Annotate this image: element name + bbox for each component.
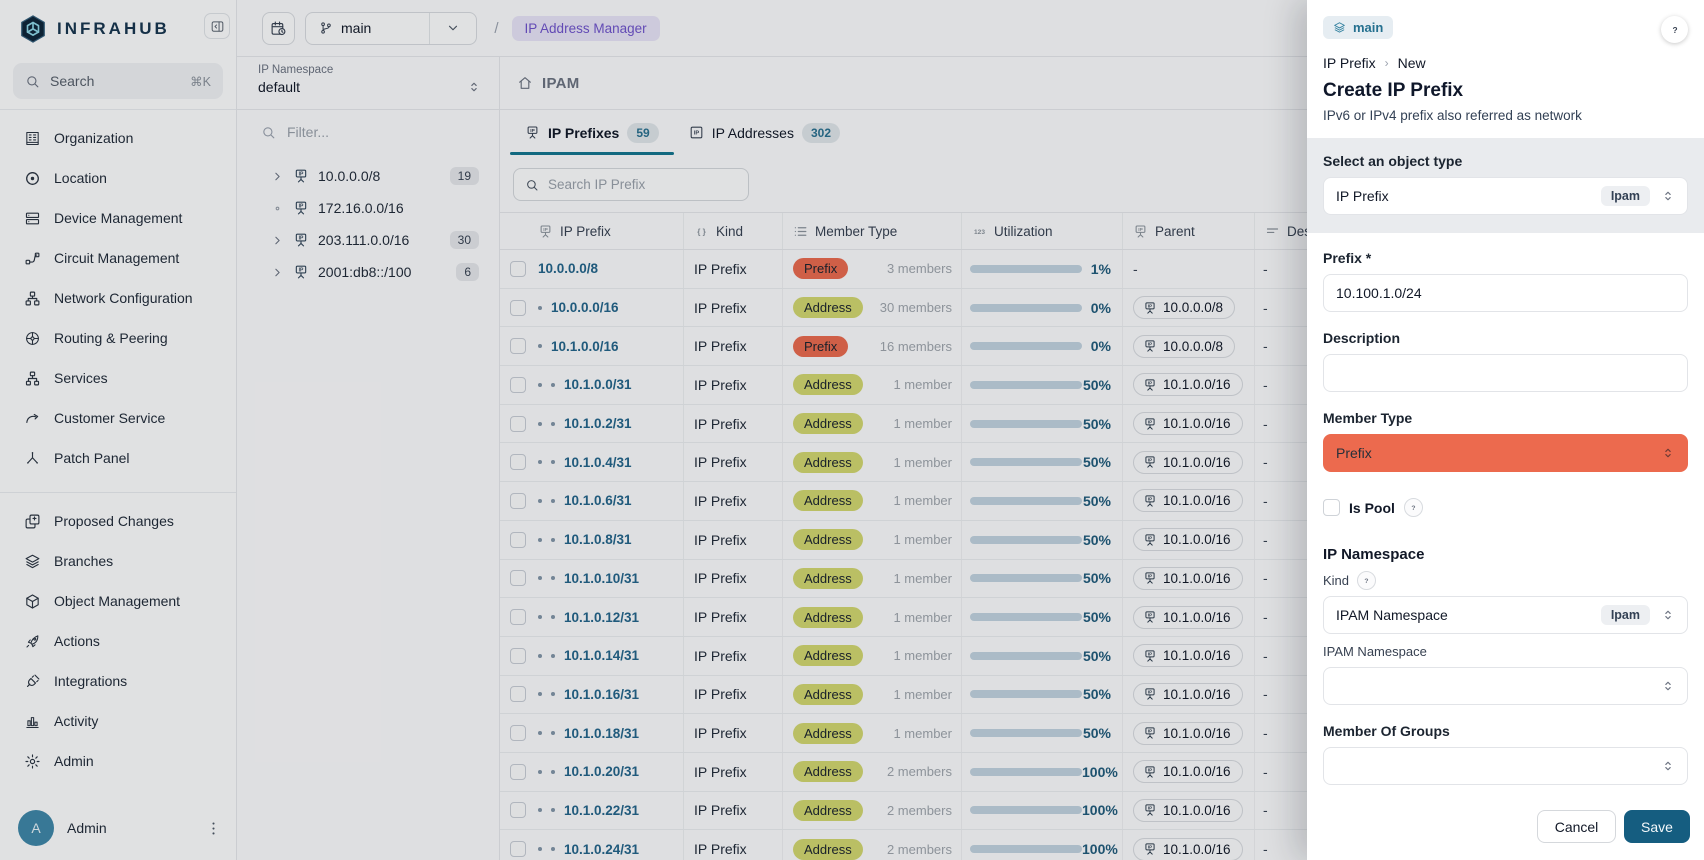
object-type-select[interactable]: IP Prefix Ipam [1323, 177, 1688, 215]
breadcrumb-item: New [1398, 55, 1426, 71]
svg-text:?: ? [1364, 578, 1368, 585]
help-button[interactable]: ? [1661, 16, 1688, 43]
svg-text:?: ? [1411, 505, 1415, 512]
kind-value: IPAM Namespace [1336, 607, 1601, 623]
ipam-namespace-select[interactable] [1323, 667, 1688, 705]
svg-text:?: ? [1672, 25, 1677, 35]
is-pool-label: Is Pool [1349, 500, 1395, 516]
branch-badge: main [1323, 16, 1393, 39]
chevron-up-down-icon [1661, 189, 1675, 203]
prefix-field[interactable]: 10.100.1.0/24 [1323, 274, 1688, 312]
member-of-groups-select[interactable] [1323, 747, 1688, 785]
description-field-label: Description [1323, 330, 1688, 346]
member-type-field-label: Member Type [1323, 410, 1688, 426]
create-ip-prefix-drawer: main ? IP Prefix › New Create IP Prefix … [1307, 0, 1704, 860]
member-of-groups-field-label: Member Of Groups [1323, 723, 1688, 739]
cancel-button[interactable]: Cancel [1537, 810, 1616, 843]
is-pool-checkbox[interactable] [1323, 499, 1340, 516]
object-type-value: IP Prefix [1336, 188, 1601, 204]
kind-badge: Ipam [1601, 605, 1650, 625]
ipam-namespace-field-label: IPAM Namespace [1323, 644, 1688, 659]
modal-backdrop[interactable] [0, 0, 1307, 860]
kind-help-button[interactable]: ? [1357, 571, 1376, 590]
kind-badge: Ipam [1601, 186, 1650, 206]
kind-field-label: Kind [1323, 573, 1349, 588]
chevron-up-down-icon [1661, 759, 1675, 773]
is-pool-help-button[interactable]: ? [1404, 498, 1423, 517]
drawer-breadcrumb: IP Prefix › New [1323, 55, 1688, 71]
breadcrumb-separator: › [1385, 56, 1389, 70]
question-mark-icon: ? [1667, 22, 1683, 38]
drawer-title: Create IP Prefix [1323, 80, 1688, 102]
description-field[interactable] [1323, 354, 1688, 392]
question-mark-icon: ? [1407, 501, 1420, 514]
prefix-field-value: 10.100.1.0/24 [1336, 285, 1675, 301]
layers-icon [1333, 21, 1346, 34]
prefix-field-label: Prefix * [1323, 250, 1688, 266]
chevron-up-down-icon [1661, 608, 1675, 622]
breadcrumb-item: IP Prefix [1323, 55, 1376, 71]
chevron-up-down-icon [1661, 679, 1675, 693]
ip-namespace-section-title: IP Namespace [1323, 546, 1688, 563]
drawer-subtitle: IPv6 or IPv4 prefix also referred as net… [1323, 108, 1688, 123]
kind-select[interactable]: IPAM Namespace Ipam [1323, 596, 1688, 634]
save-button[interactable]: Save [1624, 810, 1690, 843]
branch-badge-label: main [1353, 20, 1383, 35]
object-type-label: Select an object type [1323, 153, 1688, 169]
chevron-up-down-icon [1661, 446, 1675, 460]
member-type-value: Prefix [1336, 445, 1661, 461]
member-type-select[interactable]: Prefix [1323, 434, 1688, 472]
question-mark-icon: ? [1360, 574, 1373, 587]
